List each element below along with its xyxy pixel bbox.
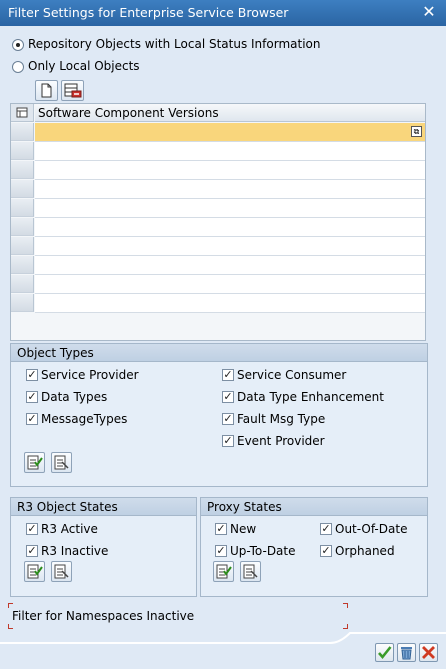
- checkbox-data-type-enhancement[interactable]: ✓: [222, 391, 234, 403]
- r3-object-states-title: R3 Object States: [11, 498, 196, 516]
- row-selector[interactable]: [11, 180, 34, 198]
- value-help-icon[interactable]: ⧉: [411, 126, 422, 137]
- row-delete-icon: [64, 83, 82, 98]
- table-cell-software-component-version[interactable]: [35, 237, 425, 256]
- label-service-provider: Service Provider: [41, 368, 139, 382]
- checkbox-message-types[interactable]: ✓: [26, 413, 38, 425]
- checkbox-fault-msg-type[interactable]: ✓: [222, 413, 234, 425]
- delete-button[interactable]: [397, 643, 416, 662]
- label-data-type-enhancement: Data Type Enhancement: [237, 390, 384, 404]
- software-component-versions-table: Software Component Versions ⧉: [10, 103, 426, 341]
- checkbox-service-consumer[interactable]: ✓: [222, 369, 234, 381]
- checkbox-data-types[interactable]: ✓: [26, 391, 38, 403]
- r3-object-states-group: R3 Object States ✓ R3 Active ✓ R3 Inacti…: [10, 497, 197, 597]
- row-selector[interactable]: [11, 142, 34, 160]
- object-types-select-all-button[interactable]: [24, 452, 45, 473]
- window-title: Filter Settings for Enterprise Service B…: [8, 5, 289, 20]
- label-message-types: MessageTypes: [41, 412, 128, 426]
- deselect-all-icon: [243, 564, 258, 579]
- proxy-states-title: Proxy States: [201, 498, 427, 516]
- footer: [0, 632, 446, 669]
- proxy-states-group: Proxy States ✓ New ✓ Out-Of-Date ✓ Up-To…: [200, 497, 428, 597]
- info-message: Filter for Namespaces Inactive: [8, 603, 348, 629]
- checkbox-r3-inactive[interactable]: ✓: [26, 545, 38, 557]
- cancel-icon: [422, 646, 435, 659]
- row-selector[interactable]: [11, 161, 34, 179]
- delete-row-button[interactable]: [61, 80, 84, 101]
- bracket-bottom-left: [8, 624, 13, 629]
- deselect-all-icon: [54, 455, 69, 470]
- table-cell-software-component-version[interactable]: [35, 161, 425, 180]
- document-new-icon: [41, 83, 52, 98]
- label-r3-inactive: R3 Inactive: [41, 544, 109, 558]
- label-out-of-date: Out-Of-Date: [335, 522, 408, 536]
- table-select-all[interactable]: [11, 104, 34, 122]
- radio-label-only-local-objects: Only Local Objects: [28, 59, 140, 73]
- column-header-software-component-versions[interactable]: Software Component Versions: [35, 104, 425, 122]
- bracket-top-right: [343, 603, 348, 608]
- proxy-select-all-button[interactable]: [213, 561, 234, 582]
- select-all-icon: [27, 455, 43, 470]
- title-bar: Filter Settings for Enterprise Service B…: [0, 0, 446, 26]
- r3-select-all-button[interactable]: [24, 561, 45, 582]
- label-up-to-date: Up-To-Date: [230, 544, 296, 558]
- object-types-title: Object Types: [11, 344, 427, 362]
- checkbox-orphaned[interactable]: ✓: [320, 545, 332, 557]
- label-event-provider: Event Provider: [237, 434, 325, 448]
- label-new: New: [230, 522, 257, 536]
- table-cell-software-component-version[interactable]: [35, 142, 425, 161]
- table-settings-icon: [16, 107, 28, 118]
- label-service-consumer: Service Consumer: [237, 368, 347, 382]
- checkbox-new[interactable]: ✓: [215, 523, 227, 535]
- select-all-icon: [216, 564, 232, 579]
- checkbox-up-to-date[interactable]: ✓: [215, 545, 227, 557]
- label-r3-active: R3 Active: [41, 522, 98, 536]
- row-selector[interactable]: [11, 199, 34, 217]
- object-types-group: Object Types ✓ Service Provider ✓ Data T…: [10, 343, 428, 487]
- proxy-deselect-all-button[interactable]: [240, 561, 261, 582]
- row-selector[interactable]: [11, 275, 34, 293]
- radio-only-local-objects[interactable]: [12, 61, 24, 73]
- row-selector[interactable]: [11, 218, 34, 236]
- select-all-icon: [27, 564, 43, 579]
- bracket-bottom-right: [343, 624, 348, 629]
- row-selector[interactable]: [11, 256, 34, 274]
- ok-button[interactable]: [375, 643, 394, 662]
- radio-repository-objects[interactable]: [12, 39, 24, 51]
- label-fault-msg-type: Fault Msg Type: [237, 412, 326, 426]
- row-selector[interactable]: [11, 123, 34, 141]
- info-message-text: Filter for Namespaces Inactive: [12, 609, 195, 623]
- new-row-button[interactable]: [35, 80, 58, 101]
- checkbox-out-of-date[interactable]: ✓: [320, 523, 332, 535]
- checkmark-icon: [378, 646, 392, 660]
- table-cell-software-component-version[interactable]: [35, 199, 425, 218]
- table-cell-software-component-version[interactable]: [35, 256, 425, 275]
- table-cell-software-component-version[interactable]: [35, 180, 425, 199]
- table-cell-software-component-version[interactable]: [35, 275, 425, 294]
- checkbox-service-provider[interactable]: ✓: [26, 369, 38, 381]
- label-orphaned: Orphaned: [335, 544, 395, 558]
- trash-icon: [401, 647, 412, 660]
- radio-label-repository-objects: Repository Objects with Local Status Inf…: [28, 37, 321, 51]
- r3-deselect-all-button[interactable]: [51, 561, 72, 582]
- cancel-button[interactable]: [419, 643, 438, 662]
- close-icon[interactable]: ✕: [420, 3, 438, 21]
- label-data-types: Data Types: [41, 390, 108, 404]
- table-cell-software-component-version[interactable]: ⧉: [35, 123, 425, 142]
- checkbox-r3-active[interactable]: ✓: [26, 523, 38, 535]
- row-selector[interactable]: [11, 294, 34, 312]
- checkbox-event-provider[interactable]: ✓: [222, 435, 234, 447]
- row-selector[interactable]: [11, 237, 34, 255]
- object-types-deselect-all-button[interactable]: [51, 452, 72, 473]
- table-cell-software-component-version[interactable]: [35, 218, 425, 237]
- deselect-all-icon: [54, 564, 69, 579]
- table-cell-software-component-version[interactable]: [35, 294, 425, 313]
- bracket-top-left: [8, 603, 13, 608]
